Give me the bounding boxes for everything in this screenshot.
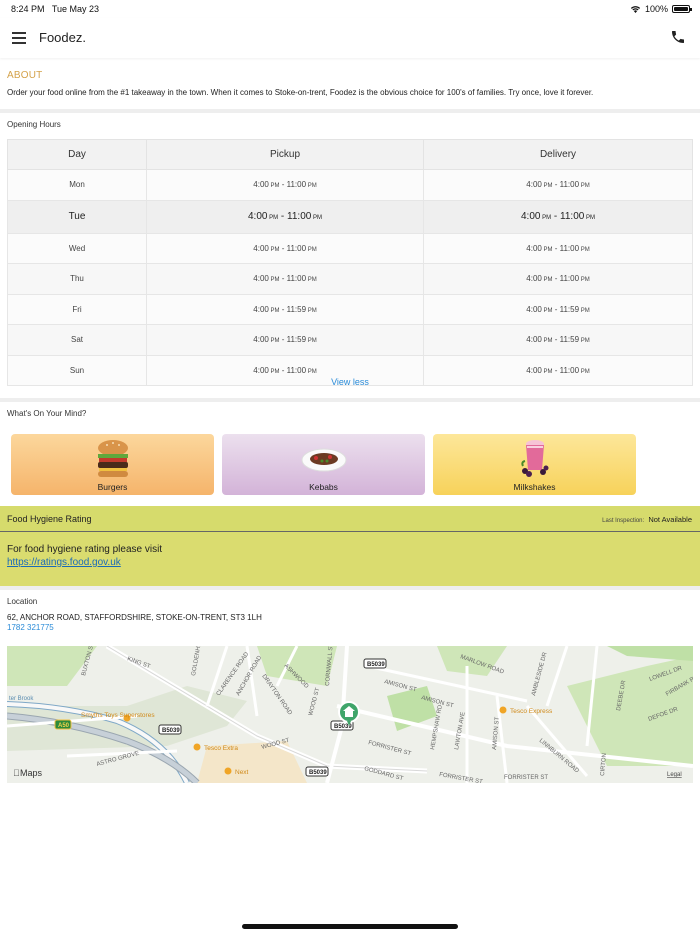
hours-row: Sat 4:00 PM - 11:59 PM 4:00 PM - 11:59 PM <box>7 324 693 356</box>
food-hygiene-header: Food Hygiene Rating Last Inspection: Not… <box>0 506 700 532</box>
hours-pickup: 4:00 PM - 11:00 PM <box>146 169 424 201</box>
hours-pickup: 4:00 PM - 11:00 PM <box>146 199 424 234</box>
category-kebabs[interactable]: Kebabs <box>222 434 425 495</box>
brand-name: Foodez. <box>39 30 86 45</box>
status-date: Tue May 23 <box>51 4 100 14</box>
food-hygiene-link[interactable]: https://ratings.food.gov.uk <box>7 557 121 568</box>
category-milkshakes[interactable]: Milkshakes <box>433 434 636 495</box>
poi-label: Tesco Extra <box>204 745 238 752</box>
battery-percent: 100% <box>644 4 668 14</box>
road-badge: B5039 <box>162 728 180 734</box>
col-delivery: Delivery <box>423 139 693 170</box>
hours-day: Mon <box>7 169 147 201</box>
poi-icon <box>193 743 201 751</box>
hours-delivery: 4:00 PM - 11:59 PM <box>423 293 693 325</box>
map-label: FORRISTER ST <box>504 775 548 781</box>
opening-hours-table: Day Pickup Delivery Mon 4:00 PM - 11:00 P… <box>7 139 693 386</box>
hours-body: Mon 4:00 PM - 11:00 PM 4:00 PM - 11:00 PM T… <box>7 169 693 386</box>
hours-day: Wed <box>7 232 147 264</box>
hours-delivery: 4:00 PM - 11:00 PM <box>423 169 693 201</box>
hours-day: Sat <box>7 324 147 356</box>
menu-icon[interactable] <box>12 32 26 44</box>
table-header-row: Day Pickup Delivery <box>7 139 693 170</box>
category-label: Burgers <box>97 482 128 492</box>
food-hygiene-title: Food Hygiene Rating <box>7 514 92 524</box>
about-title: ABOUT <box>7 70 43 81</box>
milkshake-icon <box>520 440 548 477</box>
poi-label: Next <box>235 769 249 776</box>
app-bar: Foodez. <box>0 18 700 58</box>
map-legal-link[interactable]: Legal <box>667 772 682 778</box>
location-map[interactable]: KING ST BUXTON ST GOLDENHILL CLARENCE RO… <box>7 646 693 783</box>
poi-icon <box>224 767 232 775</box>
road-badge: B5039 <box>334 724 352 730</box>
hours-row: Fri 4:00 PM - 11:59 PM 4:00 PM - 11:59 PM <box>7 293 693 325</box>
road-badge: B5039 <box>367 662 385 668</box>
poi-label: Smyths Toys Superstores <box>81 712 155 719</box>
food-hygiene-body: For food hygiene rating please visit htt… <box>0 532 700 586</box>
hours-day: Tue <box>7 199 147 234</box>
hours-pickup: 4:00 PM - 11:59 PM <box>146 324 424 356</box>
home-indicator[interactable] <box>242 924 458 929</box>
poi-icon <box>499 706 507 714</box>
status-bar: 8:24 PM Tue May 23 100% <box>0 0 700 18</box>
burger-icon <box>97 440 128 477</box>
whats-on-your-mind-title: What's On Your Mind? <box>7 409 87 418</box>
hours-row: Thu 4:00 PM - 11:00 PM 4:00 PM - 11:00 PM <box>7 263 693 295</box>
hours-delivery: 4:00 PM - 11:00 PM <box>423 263 693 295</box>
road-badge: B5039 <box>309 770 327 776</box>
category-label: Kebabs <box>309 482 338 492</box>
col-day: Day <box>7 139 147 170</box>
last-inspection-value: Not Available <box>648 515 692 524</box>
hours-row: Tue 4:00 PM - 11:00 PM 4:00 PM - 11:00 PM <box>7 199 693 234</box>
location-phone[interactable]: 1782 321775 <box>7 623 54 632</box>
hours-delivery: 4:00 PM - 11:59 PM <box>423 324 693 356</box>
divider <box>0 109 700 113</box>
hours-pickup: 4:00 PM - 11:59 PM <box>146 293 424 325</box>
status-time: 8:24 PM <box>11 4 45 14</box>
location-address: 62, ANCHOR ROAD, STAFFORDSHIRE, STOKE-ON… <box>7 613 262 622</box>
wifi-icon <box>630 6 641 13</box>
col-pickup: Pickup <box>146 139 424 170</box>
phone-icon[interactable] <box>670 29 686 45</box>
hours-row: Wed 4:00 PM - 11:00 PM 4:00 PM - 11:00 PM <box>7 232 693 264</box>
battery-icon <box>672 5 692 13</box>
last-inspection: Last Inspection: Not Available <box>602 515 692 524</box>
view-less-link[interactable]: View less <box>0 377 700 387</box>
food-hygiene-text: For food hygiene rating please visit <box>7 544 163 555</box>
hours-delivery: 4:00 PM - 11:00 PM <box>423 232 693 264</box>
kebab-plate-icon <box>301 448 346 472</box>
hours-day: Fri <box>7 293 147 325</box>
hours-delivery: 4:00 PM - 11:00 PM <box>423 199 693 234</box>
hours-day: Thu <box>7 263 147 295</box>
map-attribution: Maps <box>20 768 43 778</box>
divider <box>0 586 700 590</box>
road-badge: A50 <box>58 723 70 729</box>
apple-maps-logo:  <box>13 768 20 778</box>
poi-label: Tesco Express <box>510 708 553 715</box>
map-label: ter Brook <box>9 696 34 702</box>
status-time-date: 8:24 PM Tue May 23 <box>11 4 99 14</box>
hours-pickup: 4:00 PM - 11:00 PM <box>146 232 424 264</box>
hours-pickup: 4:00 PM - 11:00 PM <box>146 263 424 295</box>
hours-row: Mon 4:00 PM - 11:00 PM 4:00 PM - 11:00 PM <box>7 169 693 201</box>
location-title: Location <box>7 597 38 606</box>
status-right: 100% <box>630 4 692 14</box>
about-text: Order your food online from the #1 takea… <box>7 88 594 97</box>
category-burgers[interactable]: Burgers <box>11 434 214 495</box>
last-inspection-label: Last Inspection: <box>602 518 645 524</box>
opening-hours-title: Opening Hours <box>7 120 61 129</box>
divider <box>0 398 700 402</box>
category-label: Milkshakes <box>513 482 556 492</box>
